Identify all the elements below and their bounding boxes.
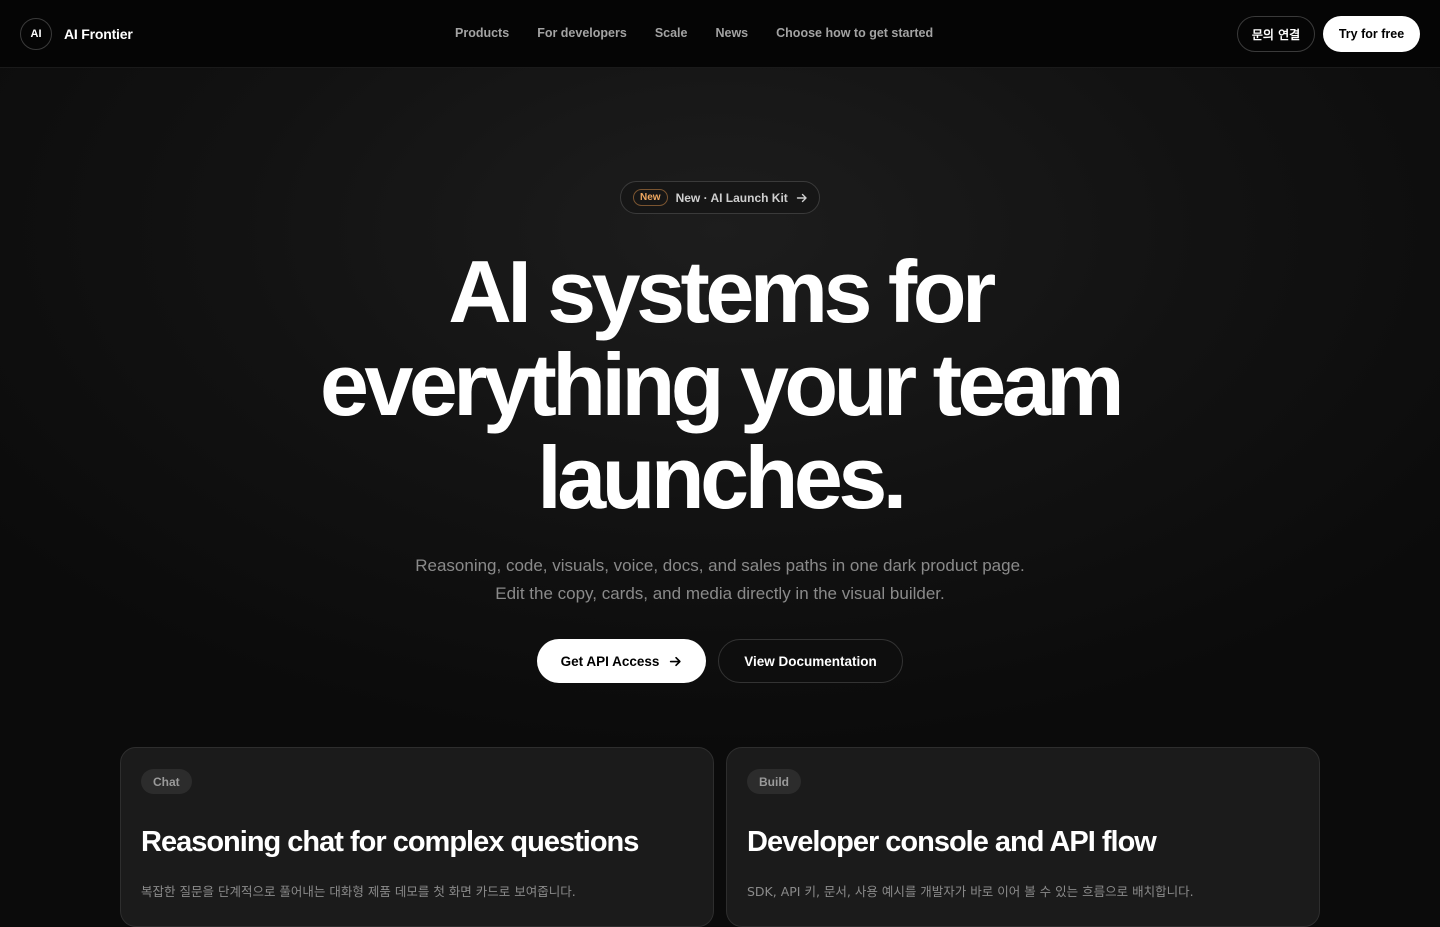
card-tag: Build <box>747 769 801 794</box>
card-title: Reasoning chat for complex questions <box>141 826 639 858</box>
nav-link-products[interactable]: Products <box>455 26 509 40</box>
hero-headline-line: AI systems for <box>448 242 996 341</box>
new-badge: New <box>633 189 668 206</box>
announcement-pill[interactable]: New New · AI Launch Kit <box>620 181 820 214</box>
hero-headline-line: everything your team <box>319 335 1125 434</box>
hero-subcopy-line: Edit the copy, cards, and media directly… <box>495 584 945 603</box>
view-documentation-button[interactable]: View Documentation <box>718 639 903 683</box>
top-navigation-bar: AI AI Frontier Products For developers S… <box>0 0 1440 68</box>
hero-headline-line: launches. <box>537 428 907 527</box>
get-api-access-label: Get API Access <box>560 653 660 669</box>
nav-link-for-developers[interactable]: For developers <box>537 26 627 40</box>
hero-subcopy: Reasoning, code, visuals, voice, docs, a… <box>0 552 1440 608</box>
nav-link-get-started[interactable]: Choose how to get started <box>776 26 933 40</box>
contact-button[interactable]: 문의 연결 <box>1237 16 1315 52</box>
brand-name: AI Frontier <box>64 26 133 42</box>
main-nav: Products For developers Scale News Choos… <box>455 26 961 40</box>
card-title: Developer console and API flow <box>747 826 1157 858</box>
card-tag: Chat <box>141 769 192 794</box>
arrow-right-icon <box>796 193 807 202</box>
announcement-text: New · AI Launch Kit <box>675 190 788 205</box>
card-description: 복잡한 질문을 단계적으로 풀어내는 대화형 제품 데모를 첫 화면 카드로 보… <box>141 884 576 899</box>
hero-headline: AI systems for everything your team laun… <box>0 245 1440 524</box>
try-for-free-button[interactable]: Try for free <box>1323 16 1420 52</box>
nav-link-scale[interactable]: Scale <box>655 26 688 40</box>
hero-subcopy-line: Reasoning, code, visuals, voice, docs, a… <box>415 556 1025 575</box>
brand-logo[interactable]: AI AI Frontier <box>20 18 133 50</box>
feature-card-chat[interactable]: Chat Reasoning chat for complex question… <box>120 747 714 927</box>
feature-card-build[interactable]: Build Developer console and API flow SDK… <box>726 747 1320 927</box>
get-api-access-button[interactable]: Get API Access <box>537 639 706 683</box>
card-description: SDK, API 키, 문서, 사용 예시를 개발자가 바로 이어 볼 수 있는… <box>747 884 1194 899</box>
arrow-right-icon <box>670 656 682 666</box>
nav-link-news[interactable]: News <box>715 26 748 40</box>
brand-mark-icon: AI <box>20 18 52 50</box>
